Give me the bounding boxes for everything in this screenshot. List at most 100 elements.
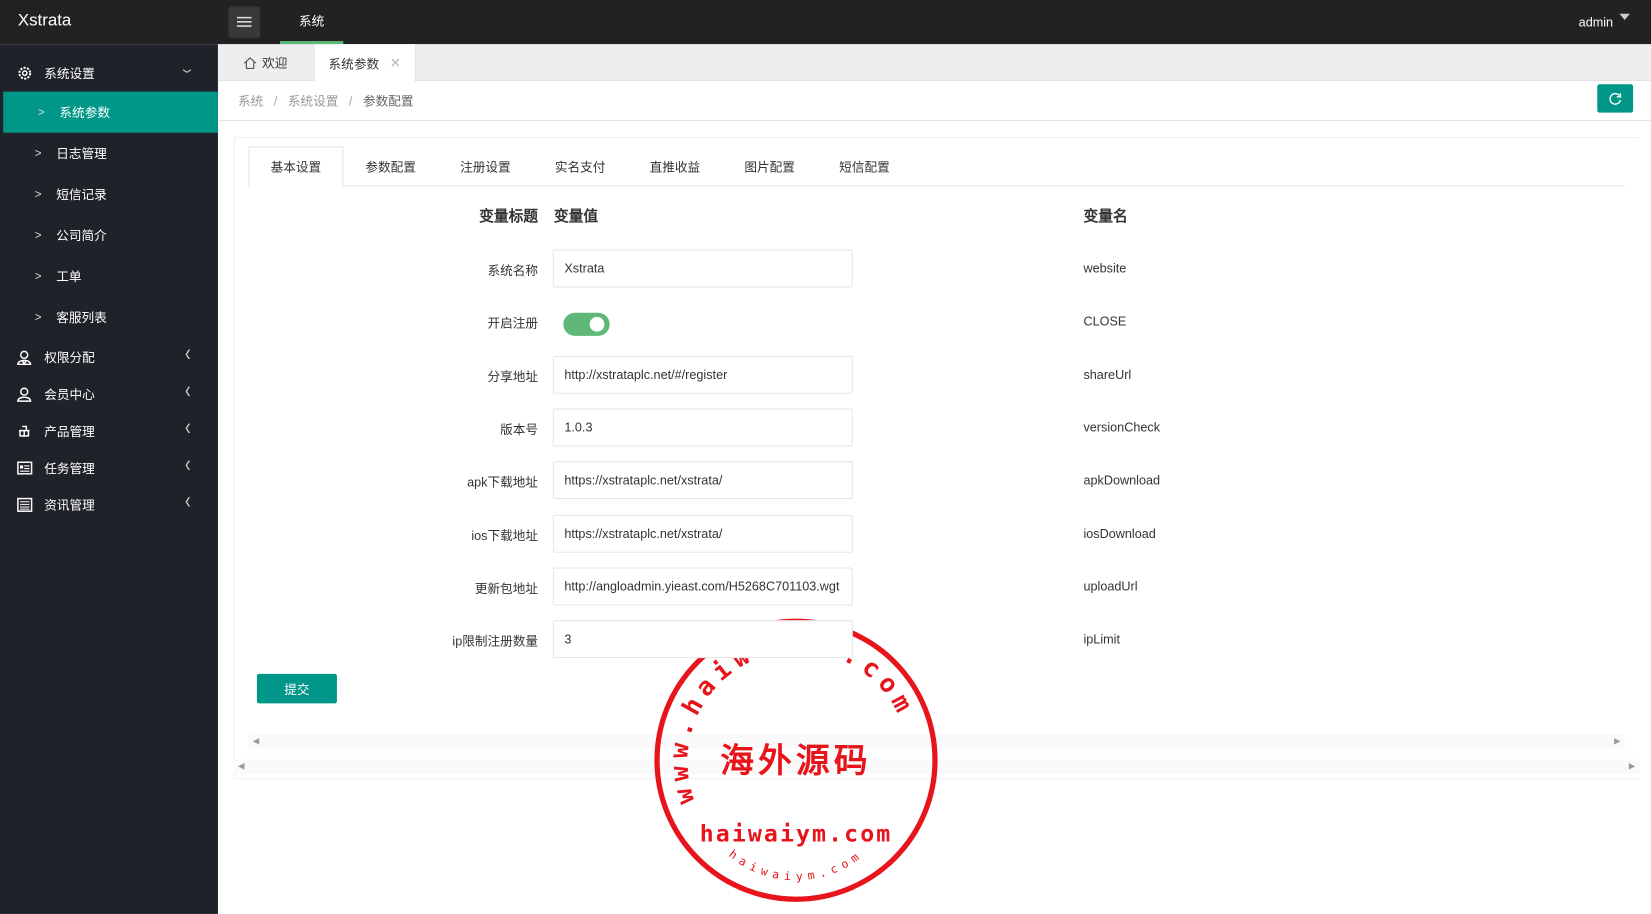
nav-item-system[interactable]: 系统 (280, 0, 344, 45)
close-icon[interactable]: ✕ (390, 55, 401, 72)
caret-down-icon (1619, 13, 1630, 26)
refresh-button[interactable] (1597, 84, 1634, 113)
chevron-right-icon: > (34, 270, 42, 283)
chevron-right-icon: > (34, 311, 42, 324)
scroll-right-icon[interactable]: ▶ (1629, 761, 1635, 770)
sidebar-group[interactable]: 产品管理 ‹ (0, 413, 218, 450)
field-input[interactable]: http://xstrataplc.net/#/register (552, 355, 853, 394)
scroll-left-icon[interactable]: ◀ (238, 761, 244, 770)
sidebar-item[interactable]: > 客服列表 (0, 297, 218, 338)
user-menu[interactable]: admin (1578, 13, 1630, 30)
field-input[interactable]: 3 (552, 620, 853, 659)
watermark-stamp: www.haiwaiym.com 海外源码 haiwaiym.com haiwa… (654, 618, 938, 902)
variable-name: apkDownload (1083, 472, 1161, 488)
variable-name: website (1083, 261, 1127, 276)
submit-button[interactable]: 提交 (256, 673, 337, 704)
chevron-right-icon: > (37, 105, 45, 119)
settings-tab[interactable]: 参数配置 (343, 146, 438, 186)
sidebar-item[interactable]: > 工单 (0, 256, 218, 297)
chevron-left-icon: ‹ (184, 341, 191, 367)
sidebar-group-label: 产品管理 (44, 424, 95, 440)
field-label: apk下载地址 (467, 475, 539, 490)
tab-welcome[interactable]: 欢迎 (218, 44, 313, 81)
username: admin (1578, 14, 1614, 30)
chevron-left-icon: ‹ (184, 488, 191, 515)
sidebar-item[interactable]: > 短信记录 (0, 174, 218, 215)
sidebar-label: 系统设置 (44, 66, 95, 82)
header-title: 变量标题 (479, 207, 539, 225)
sidebar-item-label: 工单 (56, 269, 82, 285)
chevron-left-icon: ‹ (184, 452, 191, 478)
settings-tab[interactable]: 注册设置 (438, 146, 533, 186)
sidebar-group[interactable]: 会员中心 ‹ (0, 376, 218, 413)
sidebar-item[interactable]: > 系统参数 (3, 91, 218, 133)
sidebar-group[interactable]: 任务管理 ‹ (0, 450, 218, 487)
sidebar-item-label: 公司简介 (56, 228, 107, 244)
news-icon (16, 497, 33, 513)
variable-name: versionCheck (1083, 420, 1161, 435)
field-input[interactable]: 1.0.3 (552, 408, 853, 447)
sidebar-item-label: 系统参数 (59, 105, 110, 121)
breadcrumb-current: 参数配置 (362, 93, 414, 109)
scroll-left-icon[interactable]: ◀ (253, 736, 259, 745)
sidebar-group-label: 权限分配 (44, 350, 95, 366)
page-tab-bar: 欢迎 系统参数 ✕ (217, 44, 1651, 83)
toggle-knob (589, 316, 605, 332)
field-input[interactable]: Xstrata (552, 249, 853, 288)
tab-system-params[interactable]: 系统参数 ✕ (313, 44, 416, 83)
sidebar-item[interactable]: > 日志管理 (0, 133, 218, 174)
register-toggle[interactable] (563, 312, 610, 336)
svg-text:haiwaiym.com: haiwaiym.com (726, 847, 865, 884)
variable-name: ipLimit (1083, 631, 1120, 647)
chevron-down-icon: › (176, 68, 201, 74)
field-label: 开启注册 (487, 316, 539, 331)
breadcrumb: 系统 / 系统设置 / 参数配置 (217, 81, 1651, 122)
settings-tabs: 基本设置 参数配置 注册设置 实名支付 直推收益 图片配置 短信配置 (248, 146, 1625, 188)
field-label: 系统名称 (487, 263, 539, 278)
settings-tab[interactable]: 基本设置 (248, 146, 344, 188)
sidebar-item-label: 日志管理 (56, 146, 107, 162)
header-value: 变量值 (553, 207, 599, 225)
sidebar-item-label: 客服列表 (56, 310, 107, 326)
field-label: 更新包地址 (474, 581, 539, 596)
variable-name: iosDownload (1083, 525, 1156, 541)
sidebar-group-label: 任务管理 (44, 461, 95, 476)
variable-name: shareUrl (1083, 367, 1132, 382)
sidebar-item[interactable]: > 公司简介 (0, 215, 218, 256)
sidebar-section-system-settings[interactable]: 系统设置 › (0, 55, 218, 92)
field-label: 分享地址 (487, 369, 539, 384)
settings-tab[interactable]: 直推收益 (628, 146, 723, 186)
chevron-left-icon: ‹ (184, 378, 191, 404)
settings-tab[interactable]: 图片配置 (722, 146, 817, 186)
logo: Xstrata (17, 11, 72, 30)
sidebar-group-label: 资讯管理 (44, 498, 95, 513)
tab-label: 欢迎 (262, 55, 288, 71)
chevron-left-icon: ‹ (184, 415, 191, 441)
variable-name: uploadUrl (1083, 578, 1138, 594)
variable-name: CLOSE (1083, 314, 1127, 329)
refresh-icon (1609, 92, 1622, 105)
top-bar: Xstrata 系统 admin (0, 0, 1651, 45)
sidebar-group[interactable]: 资讯管理 ‹ (0, 486, 218, 523)
home-icon (243, 56, 257, 69)
sidebar: 系统设置 › > 系统参数 > 日志管理 > 短信记录 > 公司简介 > 工单 > 客服列表 权限分配 ‹… (0, 44, 218, 914)
settings-tab[interactable]: 实名支付 (533, 146, 628, 186)
svg-text:haiwaiym.com: haiwaiym.com (700, 821, 893, 847)
svg-text:海外源码: 海外源码 (720, 740, 872, 780)
sidebar-group[interactable]: 权限分配 ‹ (0, 339, 218, 376)
user-group-icon (16, 350, 33, 366)
field-input[interactable]: https://xstrataplc.net/xstrata/ (552, 461, 853, 500)
field-label: 版本号 (500, 422, 539, 437)
field-label: ios下载地址 (471, 528, 539, 543)
scroll-right-icon[interactable]: ▶ (1614, 736, 1620, 745)
breadcrumb-item[interactable]: 系统 (238, 92, 263, 110)
field-input[interactable]: https://xstrataplc.net/xstrata/ (552, 514, 853, 553)
product-icon (16, 423, 33, 439)
header-name: 变量名 (1083, 207, 1128, 225)
field-label: ip限制注册数量 (452, 633, 539, 649)
settings-tab[interactable]: 短信配置 (817, 146, 912, 186)
field-input[interactable]: http://angloadmin.yieast.com/H5268C70110… (552, 567, 853, 606)
hamburger-icon (236, 16, 252, 27)
breadcrumb-item[interactable]: 系统设置 (288, 92, 339, 110)
menu-toggle-button[interactable] (228, 6, 261, 38)
